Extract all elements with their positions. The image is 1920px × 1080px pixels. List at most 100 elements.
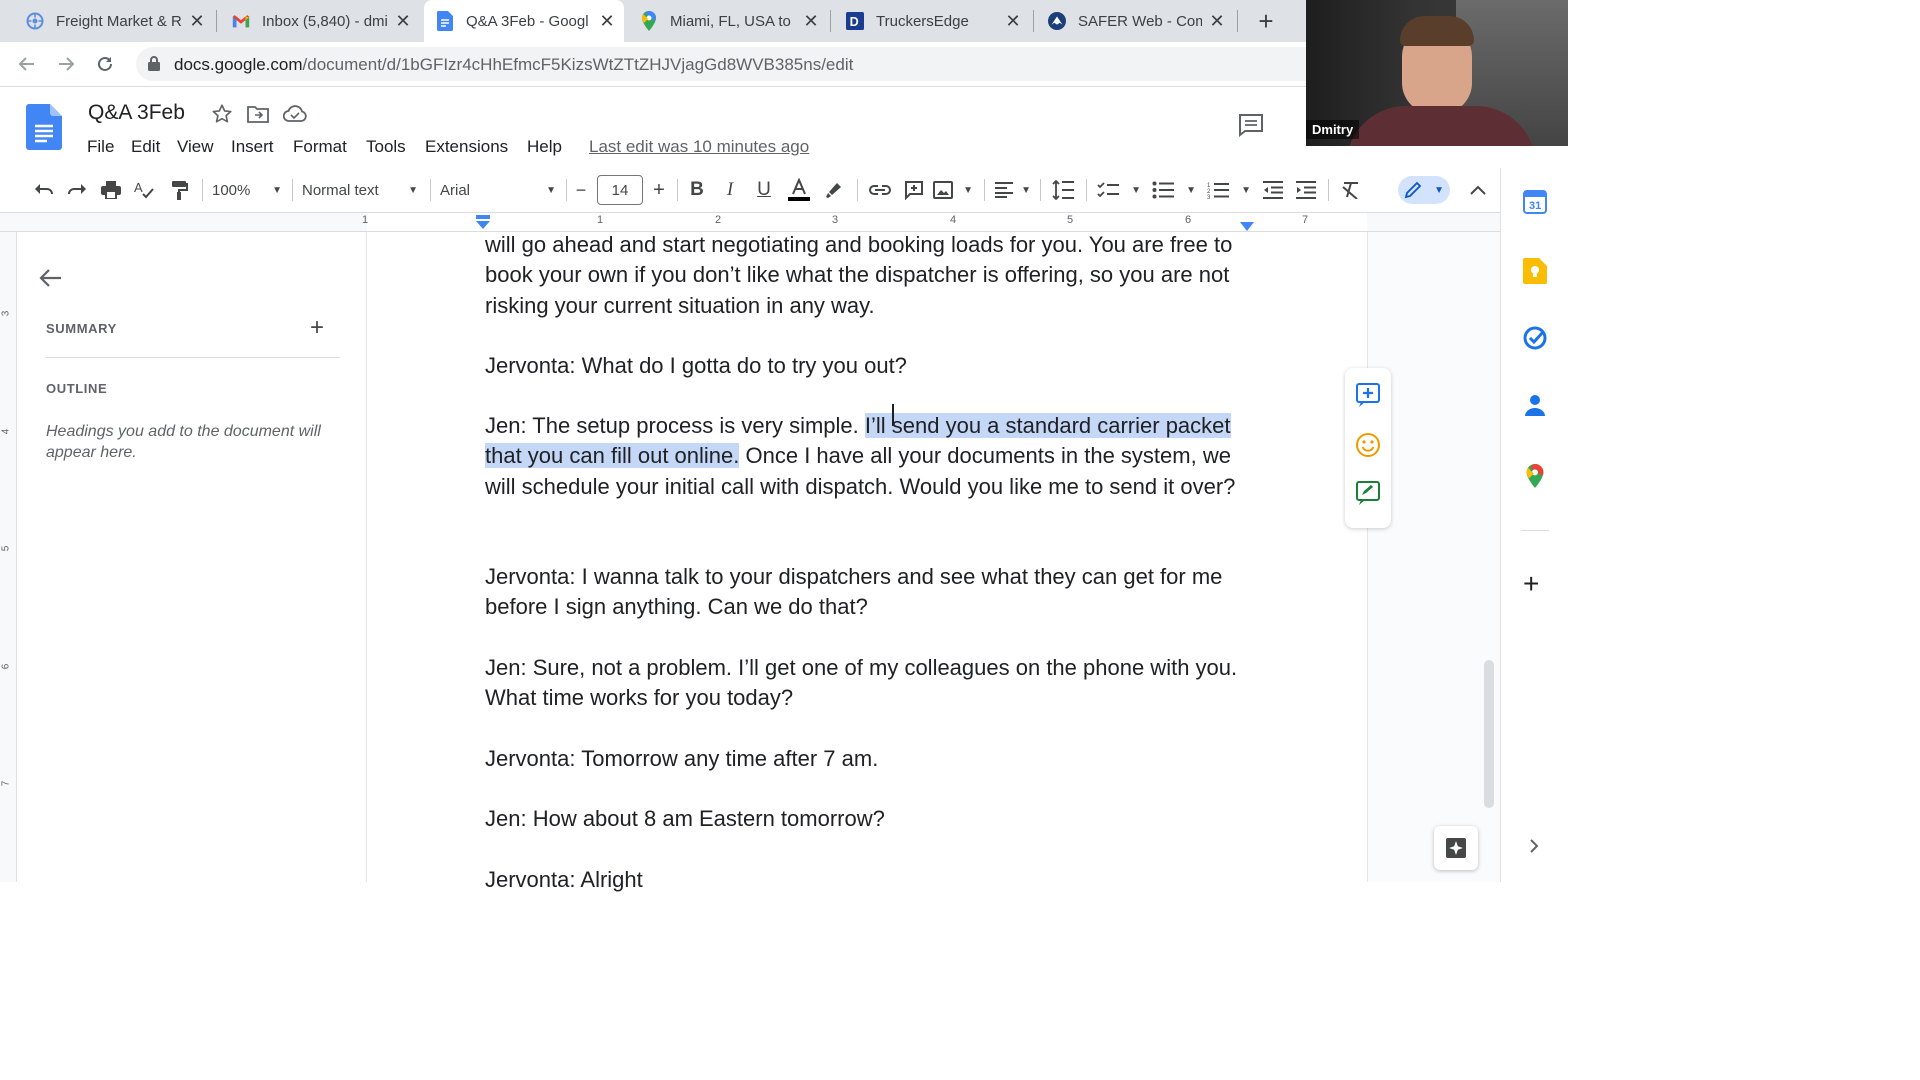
close-outline-arrow-left-icon[interactable] [39,268,63,293]
tab-google-maps[interactable]: Miami, FL, USA to E ✕ [628,0,828,42]
font-size-input[interactable]: 14 [597,175,643,205]
paragraph[interactable]: Jervonta: What do I gotta do to try you … [485,351,1265,381]
ruler-number: 3 [0,310,12,317]
calendar-icon[interactable]: 31 [1523,190,1547,219]
text-color-icon[interactable] [785,176,813,204]
chevron-down-icon: ▼ [1434,184,1444,196]
reload-button[interactable] [92,51,118,77]
document-title[interactable]: Q&A 3Feb [88,101,185,125]
menu-view[interactable]: View [177,137,214,157]
comment-history-icon[interactable] [1238,113,1264,142]
paragraph[interactable]: Jervonta: I wanna talk to your dispatche… [485,562,1265,623]
decrease-font-size-button[interactable]: − [570,176,592,204]
close-tab-icon[interactable]: ✕ [394,11,412,32]
get-add-ons-plus-icon[interactable]: + [1523,570,1539,598]
paragraph[interactable]: Jen: Sure, not a problem. I’ll get one o… [485,653,1265,714]
back-button[interactable] [14,51,40,77]
chevron-down-icon: ▼ [408,184,418,196]
explore-icon [1446,838,1466,858]
menu-file[interactable]: File [87,137,114,157]
hide-menus-chevron-up-icon[interactable] [1465,176,1491,204]
highlight-color-icon[interactable] [820,176,848,204]
increase-indent-icon[interactable] [1293,176,1319,204]
lock-icon [148,56,160,76]
menu-help[interactable]: Help [527,137,562,157]
keep-icon[interactable] [1523,258,1547,289]
ruler-number: 5 [1067,214,1074,226]
menu-tools[interactable]: Tools [366,137,406,157]
add-comment-icon[interactable] [900,176,928,204]
close-tab-icon[interactable]: ✕ [1004,11,1022,32]
link-icon[interactable] [866,176,894,204]
tab-freight-market[interactable]: Freight Market & R ✕ [14,0,214,42]
paragraph-style-value: Normal text [302,181,379,199]
explore-button[interactable] [1434,826,1478,870]
suggest-edits-icon[interactable] [1355,480,1381,511]
tasks-icon[interactable] [1523,326,1547,355]
ruler-number: 6 [0,663,12,670]
freight-market-icon [26,12,44,30]
last-edit-link[interactable]: Last edit was 10 minutes ago [589,137,809,157]
align-left-icon[interactable]: ▼ [995,176,1031,204]
omnibox[interactable]: docs.google.com/document/d/1bGFIzr4cHhEf… [136,47,1306,81]
paragraph[interactable]: will go ahead and start negotiating and … [485,230,1265,321]
numbered-list-icon[interactable]: 123 ▼ [1207,176,1251,204]
add-comment-icon[interactable] [1355,382,1381,413]
paragraph-style-select[interactable]: Normal text ▼ [302,176,418,204]
side-panel-divider [1521,530,1549,531]
ruler-number: 7 [1302,214,1309,226]
decrease-indent-icon[interactable] [1260,176,1286,204]
underline-icon[interactable]: U [751,176,777,204]
vertical-scrollbar[interactable] [1484,660,1494,808]
tab-safer-web[interactable]: SAFER Web - Comp ✕ [1036,0,1234,42]
star-icon[interactable] [211,103,233,130]
tab-qa-3feb[interactable]: Q&A 3Feb - Googl ✕ [424,0,624,42]
paragraph[interactable]: Jen: How about 8 am Eastern tomorrow? [485,804,1265,834]
tab-title: Miami, FL, USA to E [670,12,796,30]
close-tab-icon[interactable]: ✕ [188,11,206,32]
tab-truckersedge[interactable]: D TruckersEdge ✕ [834,0,1030,42]
paragraph[interactable]: Jervonta: Tomorrow any time after 7 am. [485,744,1265,774]
ruler-number: 1 [362,214,369,226]
paragraph[interactable]: Jervonta: Alright [485,865,1265,895]
move-folder-icon[interactable] [247,104,269,129]
document-page[interactable]: will go ahead and start negotiating and … [366,230,1368,892]
zoom-select[interactable]: 100% ▼ [212,176,282,204]
forward-button[interactable] [53,51,79,77]
redo-icon[interactable] [63,176,91,204]
close-tab-icon[interactable]: ✕ [1208,11,1226,32]
line-spacing-icon[interactable] [1050,176,1076,204]
paint-format-icon[interactable] [165,176,193,204]
italic-icon[interactable]: I [717,176,743,204]
emoji-reaction-icon[interactable] [1355,432,1381,463]
clear-formatting-icon[interactable] [1338,176,1364,204]
contacts-icon[interactable] [1525,394,1545,423]
close-tab-icon[interactable]: ✕ [802,11,820,32]
editing-mode-button[interactable]: ▼ [1398,176,1450,204]
menu-format[interactable]: Format [293,137,347,157]
paragraph[interactable]: Jen: The setup process is very simple. I… [485,411,1265,502]
bold-icon[interactable]: B [684,176,710,204]
print-icon[interactable] [97,176,125,204]
menu-extensions[interactable]: Extensions [425,137,508,157]
cloud-status-icon[interactable] [282,105,307,128]
add-summary-plus-icon[interactable]: + [310,316,324,340]
increase-font-size-button[interactable]: + [648,176,670,204]
menu-insert[interactable]: Insert [231,137,274,157]
insert-image-icon[interactable]: ▼ [933,176,973,204]
bulleted-list-icon[interactable]: ▼ [1152,176,1196,204]
new-tab-button[interactable]: + [1253,8,1279,34]
tab-gmail-inbox[interactable]: Inbox (5,840) - dmi ✕ [220,0,420,42]
docs-logo-icon[interactable] [26,104,62,155]
ruler-number: 5 [0,545,12,552]
chevron-right-icon[interactable] [1529,838,1539,859]
close-tab-icon[interactable]: ✕ [598,11,616,32]
font-select[interactable]: Arial ▼ [440,176,556,204]
checklist-icon[interactable]: ▼ [1097,176,1141,204]
undo-icon[interactable] [30,176,58,204]
spellcheck-icon[interactable]: A [131,176,159,204]
menu-edit[interactable]: Edit [131,137,160,157]
pencil-icon [1404,181,1422,199]
maps-icon[interactable] [1526,464,1544,493]
gmail-icon [232,12,250,30]
